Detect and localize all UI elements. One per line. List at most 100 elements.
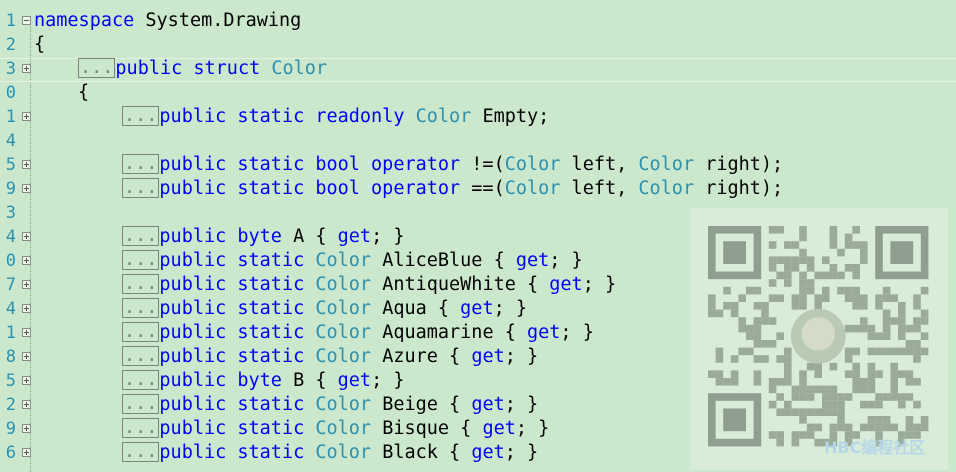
plain-token: System.Drawing	[134, 10, 302, 31]
expand-outline-icon[interactable]	[22, 424, 31, 433]
collapsed-region-marker[interactable]: ...	[122, 394, 160, 414]
expand-outline-icon[interactable]	[22, 280, 31, 289]
type-token: Color	[315, 394, 372, 415]
code-text: {	[78, 81, 89, 105]
expand-outline-icon[interactable]	[22, 112, 31, 121]
collapsed-region-marker[interactable]: ...	[122, 322, 160, 342]
code-text: ... public static readonly Color Empty;	[122, 105, 549, 129]
keyword-token: get	[515, 250, 550, 271]
line-number: 1	[5, 107, 16, 127]
keyword-token: namespace	[34, 10, 135, 31]
collapsed-region-marker[interactable]: ...	[78, 58, 116, 78]
code-line[interactable]: 3 ... public struct Color	[0, 57, 956, 81]
collapsed-region-marker[interactable]: ...	[122, 106, 160, 126]
line-number: 0	[5, 251, 16, 271]
keyword-token: public static	[159, 250, 316, 271]
plain-token: Aqua {	[371, 298, 461, 319]
line-number: 4	[5, 299, 16, 319]
keyword-token: get	[471, 394, 505, 415]
code-line[interactable]: 9 ... public static bool operator ==(Color…	[0, 177, 956, 201]
collapse-outline-icon[interactable]	[22, 16, 31, 25]
type-token: Color	[315, 442, 372, 463]
plain-token: ; }	[504, 394, 539, 415]
collapsed-region-marker[interactable]: ...	[122, 250, 160, 270]
expand-outline-icon[interactable]	[22, 160, 31, 169]
collapsed-region-marker[interactable]: ...	[122, 370, 160, 390]
line-number: 9	[5, 179, 16, 199]
collapsed-region-marker[interactable]: ...	[122, 442, 160, 462]
code-line[interactable]: 4	[0, 129, 956, 153]
plain-token: Empty;	[471, 106, 550, 127]
code-line[interactable]: 0{	[0, 81, 956, 105]
line-number: 5	[5, 371, 16, 391]
plain-token: Azure {	[371, 346, 472, 367]
expand-outline-icon[interactable]	[22, 376, 31, 385]
plain-token: ; }	[493, 298, 528, 319]
expand-outline-icon[interactable]	[22, 400, 31, 409]
code-text: ... public byte A { get; }	[122, 225, 404, 249]
collapsed-region-marker[interactable]: ...	[122, 226, 160, 246]
code-line[interactable]: 5... public static bool operator !=(Color…	[0, 153, 956, 177]
keyword-token: public struct	[115, 58, 272, 79]
expand-outline-icon[interactable]	[22, 64, 31, 73]
expand-outline-icon[interactable]	[22, 232, 31, 241]
keyword-token: public static bool operator	[159, 178, 472, 199]
code-line[interactable]: 1 namespace System.Drawing	[0, 9, 956, 33]
keyword-token: public static readonly	[159, 106, 416, 127]
line-number: 3	[5, 59, 16, 79]
code-line[interactable]: 2{	[0, 33, 956, 57]
type-token: Color	[315, 322, 372, 343]
line-number: 2	[5, 35, 16, 55]
code-text: ... public static Color Black { get; }	[122, 441, 538, 465]
type-token: Color	[504, 178, 561, 199]
plain-token: right);	[694, 178, 784, 199]
plain-token: ; }	[582, 274, 617, 295]
collapsed-region-marker[interactable]: ...	[122, 346, 160, 366]
line-number: 6	[5, 443, 16, 463]
expand-outline-icon[interactable]	[22, 448, 31, 457]
expand-outline-icon[interactable]	[22, 184, 31, 193]
plain-token: AliceBlue {	[371, 250, 516, 271]
keyword-token: public static bool operator	[159, 154, 472, 175]
plain-token: ; }	[549, 250, 583, 271]
code-text: ... public static Color Aqua { get; }	[122, 297, 527, 321]
plain-token: left,	[560, 178, 639, 199]
line-number: 2	[5, 395, 16, 415]
code-line[interactable]: 1 ... public static readonly Color Empty;	[0, 105, 956, 129]
keyword-token: public static	[159, 394, 316, 415]
type-token: Color	[638, 178, 695, 199]
expand-outline-icon[interactable]	[22, 256, 31, 265]
plain-token: left,	[560, 154, 639, 175]
collapsed-region-marker[interactable]: ...	[122, 298, 160, 318]
plain-token: Black {	[371, 442, 472, 463]
expand-outline-icon[interactable]	[22, 352, 31, 361]
code-text: ... public static Color AliceBlue { get; …	[122, 249, 583, 273]
collapsed-region-marker[interactable]: ...	[122, 274, 160, 294]
type-token: Color	[315, 418, 372, 439]
keyword-token: public byte	[159, 370, 294, 391]
collapsed-region-marker[interactable]: ...	[122, 154, 160, 174]
code-text: ... public static Color Bisque { get; }	[122, 417, 549, 441]
keyword-token: get	[460, 298, 494, 319]
code-text: namespace System.Drawing	[34, 9, 301, 33]
code-text: ... public static Color Aquamarine { get;…	[122, 321, 594, 345]
qr-code-overlay	[690, 208, 948, 470]
plain-token: Bisque {	[371, 418, 483, 439]
code-text: ... public byte B { get; }	[122, 369, 404, 393]
expand-outline-icon[interactable]	[22, 304, 31, 313]
type-token: Color	[315, 250, 372, 271]
collapsed-region-marker[interactable]: ...	[122, 418, 160, 438]
collapsed-region-marker[interactable]: ...	[122, 178, 160, 198]
code-text: ... public static Color Beige { get; }	[122, 393, 538, 417]
type-token: Color	[315, 346, 372, 367]
keyword-token: public static	[159, 322, 316, 343]
code-text: ... public struct Color	[78, 57, 327, 81]
line-number: 0	[5, 83, 16, 103]
expand-outline-icon[interactable]	[22, 328, 31, 337]
code-text: ... public static bool operator ==(Color …	[122, 177, 783, 201]
line-number: 9	[5, 419, 16, 439]
plain-token: ; }	[515, 418, 550, 439]
keyword-token: get	[549, 274, 583, 295]
keyword-token: get	[471, 346, 505, 367]
plain-token: ; }	[504, 346, 539, 367]
